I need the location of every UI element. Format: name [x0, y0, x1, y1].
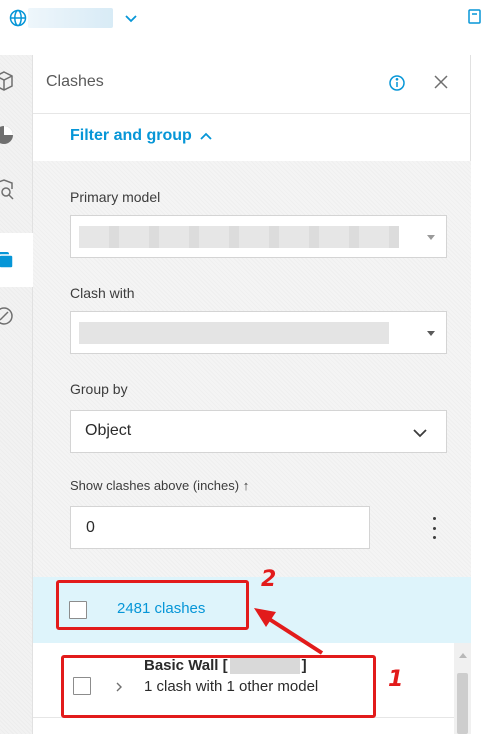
scrollbar-thumb[interactable]	[457, 673, 468, 734]
filter-group-toggle[interactable]: Filter and group	[70, 127, 212, 145]
caret-down-icon	[427, 331, 435, 336]
scroll-up-arrow-icon[interactable]	[459, 653, 467, 658]
primary-model-label: Primary model	[70, 189, 161, 205]
annotation-marker-2: 2	[261, 567, 277, 592]
redacted-name	[229, 656, 300, 674]
caret-down-icon	[427, 235, 435, 240]
search-doc-icon	[0, 179, 14, 200]
clashes-panel: Clashes Filter and group Primary model C…	[33, 55, 471, 734]
annotation-marker-1: 1	[388, 667, 404, 692]
row-title-prefix: Basic Wall [	[144, 656, 228, 674]
chevron-down-icon[interactable]	[124, 12, 138, 24]
clash-icon	[0, 252, 14, 269]
rail-item-model[interactable]	[0, 55, 33, 109]
chevron-down-icon	[412, 426, 428, 438]
redacted-value	[79, 226, 399, 248]
rail-item-search[interactable]	[0, 163, 33, 217]
panel-title: Clashes	[46, 73, 104, 90]
select-all-checkbox[interactable]	[69, 601, 87, 619]
divider	[33, 717, 454, 718]
primary-model-select[interactable]	[70, 215, 447, 258]
group-by-select[interactable]: Object	[70, 410, 447, 453]
group-by-value: Object	[85, 422, 132, 439]
globe-icon[interactable]	[9, 9, 27, 27]
rail-item-checks[interactable]	[0, 290, 33, 344]
more-options-icon[interactable]	[425, 517, 443, 539]
chevron-right-icon[interactable]	[115, 679, 123, 692]
row-checkbox[interactable]	[73, 677, 91, 695]
pie-chart-icon	[0, 126, 13, 144]
chevron-up-icon	[200, 132, 212, 140]
divider	[33, 113, 471, 114]
check-circle-icon	[0, 307, 13, 325]
clash-with-label: Clash with	[70, 285, 135, 301]
rail-item-clashes[interactable]	[0, 233, 33, 287]
top-bar	[0, 0, 481, 36]
filter-group-label: Filter and group	[70, 127, 192, 144]
rail-item-analytics[interactable]	[0, 109, 33, 163]
export-icon[interactable]	[468, 9, 481, 25]
clash-with-select[interactable]	[70, 311, 447, 354]
close-icon[interactable]	[433, 74, 449, 90]
clashes-summary-row[interactable]: 2481 clashes	[33, 577, 471, 643]
redacted-value	[79, 322, 389, 344]
threshold-label: Show clashes above (inches) ↑	[70, 478, 250, 493]
threshold-input[interactable]	[71, 507, 369, 548]
row-title-suffix: ]	[301, 656, 307, 674]
model-cube-icon	[0, 71, 13, 91]
info-icon[interactable]	[388, 74, 406, 92]
row-title: Basic Wall [ ]	[144, 656, 307, 674]
left-rail	[0, 55, 33, 734]
threshold-field[interactable]	[70, 506, 370, 549]
clash-count[interactable]: 2481 clashes	[117, 600, 205, 617]
project-selector[interactable]	[28, 8, 113, 28]
group-by-label: Group by	[70, 381, 128, 397]
row-subtitle: 1 clash with 1 other model	[144, 678, 319, 695]
